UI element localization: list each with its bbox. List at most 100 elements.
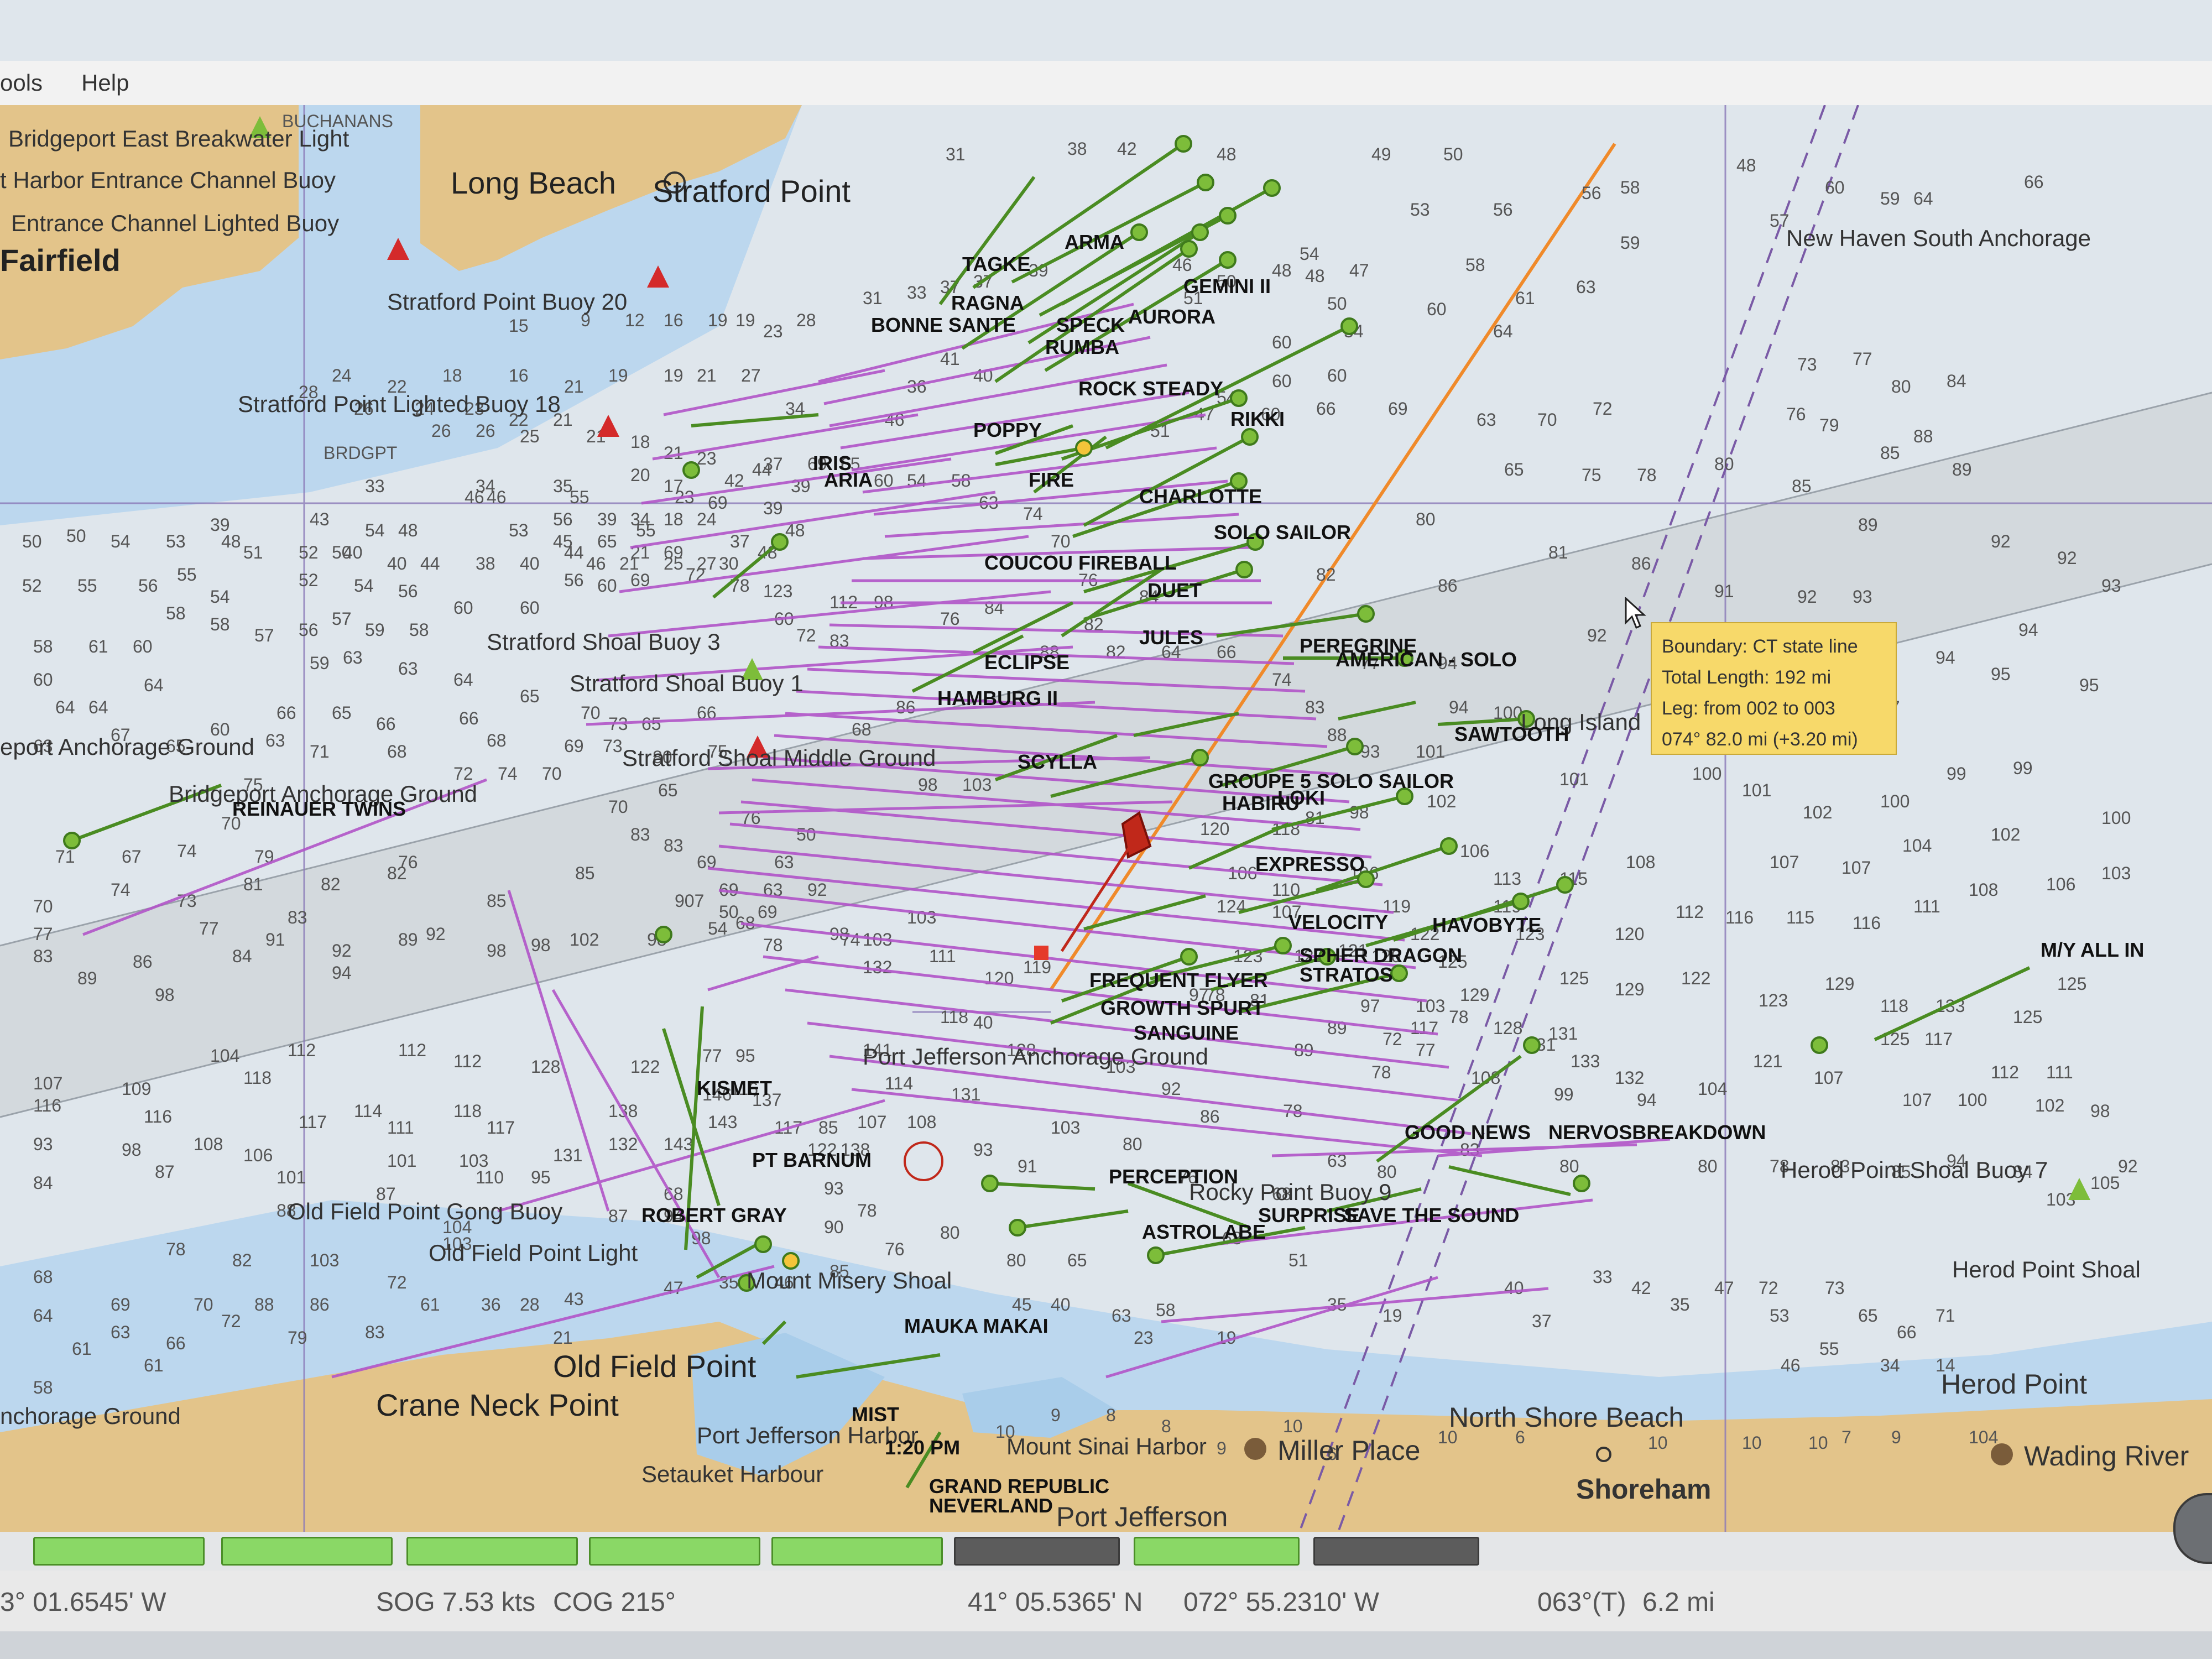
- svg-text:116: 116: [1725, 907, 1754, 927]
- svg-text:48: 48: [1305, 266, 1325, 286]
- boat-label-my-all-in: M/Y ALL IN: [2041, 938, 2144, 961]
- svg-text:79: 79: [1819, 415, 1839, 435]
- svg-text:55: 55: [77, 576, 97, 596]
- svg-text:70: 70: [581, 703, 601, 723]
- layer-toggle-segment[interactable]: [771, 1537, 943, 1566]
- layer-toggle-segment[interactable]: [406, 1537, 578, 1566]
- layer-toggle-segment[interactable]: [33, 1537, 205, 1566]
- boat-label-growth-spurt: GROWTH SPURT: [1100, 997, 1264, 1019]
- label-brdgpt: BRDGPT: [324, 443, 397, 463]
- svg-text:65: 65: [1858, 1306, 1878, 1326]
- svg-text:92: 92: [1587, 625, 1607, 645]
- svg-text:60: 60: [1427, 299, 1447, 319]
- svg-text:47: 47: [1714, 1278, 1734, 1298]
- layer-toggle-segment[interactable]: [221, 1537, 393, 1566]
- svg-text:60: 60: [1272, 371, 1292, 391]
- svg-text:78: 78: [763, 935, 783, 955]
- svg-text:58: 58: [1156, 1300, 1176, 1320]
- svg-text:31: 31: [946, 144, 966, 164]
- layer-toggle-segment[interactable]: [1313, 1537, 1479, 1566]
- svg-text:128: 128: [531, 1057, 560, 1077]
- label-crane-neck-point: Crane Neck Point: [376, 1387, 619, 1422]
- svg-text:81: 81: [243, 874, 263, 894]
- svg-text:18: 18: [664, 509, 684, 529]
- svg-text:54: 54: [1300, 244, 1319, 264]
- menu-help[interactable]: Help: [81, 70, 129, 96]
- svg-text:128: 128: [1493, 1018, 1522, 1038]
- svg-text:63: 63: [398, 659, 418, 679]
- svg-text:74: 74: [1023, 504, 1043, 524]
- svg-text:94: 94: [1936, 648, 1955, 667]
- label-port-jefferson: Port Jefferson: [1056, 1501, 1228, 1532]
- svg-text:99: 99: [2013, 758, 2033, 778]
- waypoint-marker[interactable]: [1034, 946, 1048, 960]
- svg-text:123: 123: [1759, 990, 1788, 1010]
- svg-text:907: 907: [675, 891, 704, 911]
- svg-text:98: 98: [155, 985, 175, 1005]
- boat-label-velocity: VELOCITY: [1288, 911, 1388, 933]
- svg-text:33: 33: [1593, 1267, 1613, 1287]
- svg-text:47: 47: [1349, 260, 1369, 280]
- svg-text:86: 86: [1200, 1107, 1220, 1126]
- svg-text:111: 111: [929, 946, 956, 966]
- boat-label-jules: JULES: [1139, 626, 1203, 649]
- svg-text:72: 72: [1383, 1029, 1402, 1049]
- svg-text:63: 63: [111, 1322, 131, 1342]
- layer-toggle-segment[interactable]: [954, 1537, 1120, 1566]
- svg-text:103: 103: [1051, 1118, 1080, 1138]
- svg-text:78: 78: [857, 1201, 877, 1220]
- svg-text:111: 111: [2046, 1062, 2073, 1082]
- label-port-jefferson-anchorage: Port Jefferson Anchorage Ground: [863, 1044, 1208, 1070]
- svg-text:91: 91: [1018, 1156, 1037, 1176]
- svg-text:108: 108: [194, 1134, 223, 1154]
- svg-text:93: 93: [2101, 576, 2121, 596]
- svg-text:64: 64: [453, 670, 473, 690]
- svg-text:76: 76: [398, 852, 418, 872]
- layer-toggle-segment[interactable]: [589, 1537, 760, 1566]
- svg-text:60: 60: [453, 598, 473, 618]
- svg-text:40: 40: [973, 1013, 993, 1032]
- svg-text:39: 39: [763, 498, 783, 518]
- label-long-beach: Long Beach: [451, 165, 616, 200]
- svg-text:92: 92: [1797, 587, 1817, 607]
- svg-text:70: 70: [33, 896, 53, 916]
- svg-text:57: 57: [332, 609, 352, 629]
- svg-text:84: 84: [1947, 371, 1966, 391]
- boat-label-frequent-flyer: FREQUENT FLYER: [1089, 969, 1268, 992]
- svg-text:40: 40: [1051, 1295, 1071, 1314]
- svg-text:53: 53: [1770, 1306, 1790, 1326]
- svg-text:70: 70: [1537, 410, 1557, 430]
- menu-tools[interactable]: ools: [0, 70, 43, 96]
- boat-label-groupe-5: GROUPE 5 SOLO SAILOR: [1208, 770, 1454, 792]
- svg-text:121: 121: [1753, 1051, 1782, 1071]
- svg-text:80: 80: [940, 1223, 960, 1243]
- svg-text:65: 65: [597, 531, 617, 551]
- svg-text:98: 98: [918, 775, 938, 795]
- svg-text:80: 80: [1559, 1156, 1579, 1176]
- svg-text:112: 112: [1991, 1062, 2019, 1082]
- svg-text:89: 89: [77, 968, 97, 988]
- svg-text:48: 48: [398, 520, 418, 540]
- label-herod-point: Herod Point: [1941, 1369, 2087, 1400]
- svg-text:16: 16: [509, 366, 529, 385]
- nautical-chart[interactable]: 31 38 42 48 49 50 53 56 56 58 48 57 60 59 64 66 58 61…: [0, 105, 2212, 1532]
- label-stratford-point: Stratford Point: [653, 174, 851, 208]
- layer-toggle-segment[interactable]: [1134, 1537, 1300, 1566]
- status-bearing: 063°(T): [1537, 1588, 1626, 1617]
- svg-text:63: 63: [265, 731, 285, 750]
- svg-text:69: 69: [758, 902, 778, 922]
- svg-text:92: 92: [426, 924, 446, 944]
- svg-text:34: 34: [630, 509, 650, 529]
- svg-text:118: 118: [243, 1068, 272, 1088]
- svg-text:19: 19: [708, 310, 728, 330]
- svg-text:61: 61: [144, 1355, 164, 1375]
- svg-text:8: 8: [1106, 1405, 1116, 1425]
- svg-text:125: 125: [2013, 1007, 2042, 1027]
- svg-text:78: 78: [1449, 1007, 1469, 1027]
- svg-text:70: 70: [1051, 531, 1071, 551]
- boat-label-aria: ARIA: [824, 468, 873, 491]
- svg-text:72: 72: [1759, 1278, 1778, 1298]
- svg-text:63: 63: [1576, 277, 1596, 297]
- svg-text:9: 9: [1051, 1405, 1061, 1425]
- svg-text:113: 113: [1493, 869, 1521, 889]
